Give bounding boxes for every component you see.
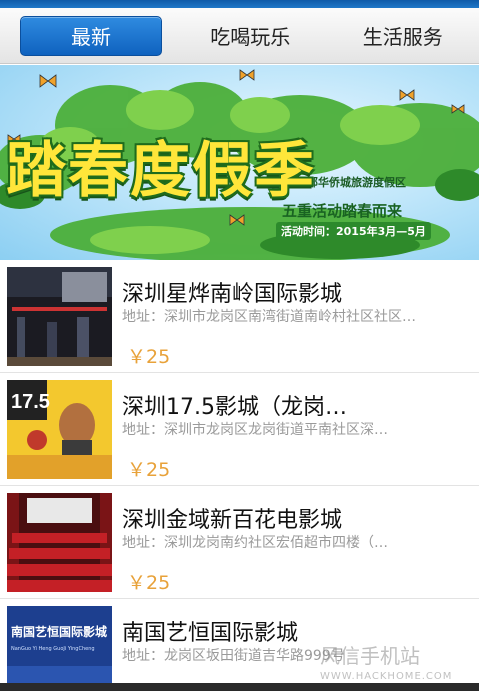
thumb-logo-text: 17.5: [11, 391, 50, 413]
cinema-thumbnail: [7, 267, 112, 366]
bottom-bar: [0, 683, 479, 691]
category-tabs: 最新 吃喝玩乐 生活服务: [0, 8, 479, 64]
cinema-address: 地址：深圳市龙岗区龙岗街道平南社区深…: [122, 422, 388, 438]
cinema-price: ￥25: [127, 572, 171, 594]
banner-date: 活动时间：2015年3月—5月: [276, 222, 431, 240]
cinema-name: 深圳星烨南岭国际影城: [122, 282, 343, 307]
tab-food-fun[interactable]: 吃喝玩乐: [174, 16, 327, 56]
watermark-line1: 风信手机站: [320, 644, 420, 668]
thumb-logo-text: 南国艺恒国际影城: [11, 624, 107, 639]
list-item[interactable]: 深圳星烨南岭国际影城 地址：深圳市龙岗区南湾街道南岭村社区社区… ￥25: [0, 260, 479, 373]
cinema-list: 深圳星烨南岭国际影城 地址：深圳市龙岗区南湾街道南岭村社区社区… ￥25 17.…: [0, 260, 479, 691]
banner-slogan: 五重活动踏春而来: [282, 202, 403, 220]
watermark-line2: WWW.HACKHOME.COM: [320, 671, 453, 682]
cinema-price: ￥25: [127, 459, 171, 481]
cinema-name: 深圳金域新百花电影城: [122, 508, 343, 533]
app-header-strip: [0, 0, 479, 8]
thumb-logo-subtext: NanGuo Yi Heng GuoJi YingCheng: [11, 646, 95, 652]
cinema-address: 地址：深圳市龙岗区南湾街道南岭村社区社区…: [122, 309, 416, 325]
tab-latest[interactable]: 最新: [20, 15, 162, 56]
cinema-address: 地址：深圳龙岗南约社区宏佰超市四楼（…: [122, 535, 388, 551]
cinema-price: ￥25: [127, 346, 171, 368]
banner-title: 踏春度假季: [6, 136, 316, 206]
list-item[interactable]: 深圳金域新百花电影城 地址：深圳龙岗南约社区宏佰超市四楼（… ￥25: [0, 486, 479, 599]
cinema-thumbnail: 南国艺恒国际影城 NanGuo Yi Heng GuoJi YingCheng: [7, 606, 112, 691]
cinema-thumbnail: 17.5: [7, 380, 112, 479]
watermark: 风信手机站 WWW.HACKHOME.COM: [320, 640, 479, 682]
cinema-thumbnail: [7, 493, 112, 592]
list-item[interactable]: 17.5 深圳17.5影城（龙岗… 地址：深圳市龙岗区龙岗街道平南社区深… ￥2…: [0, 373, 479, 486]
tab-life-services[interactable]: 生活服务: [327, 16, 479, 56]
cinema-name: 深圳17.5影城（龙岗…: [122, 395, 347, 420]
